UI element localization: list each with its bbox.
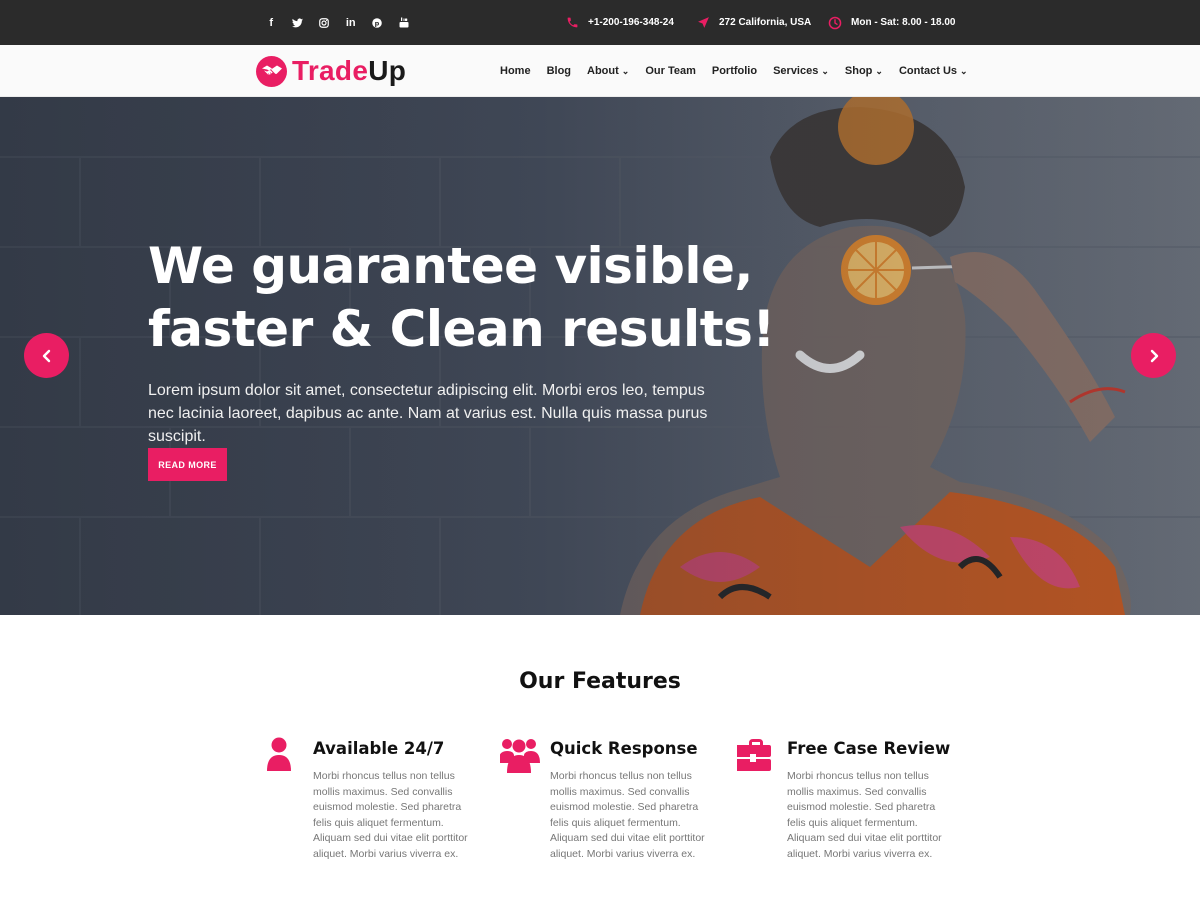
nav-item-home[interactable]: Home	[500, 65, 531, 77]
youtube-icon[interactable]	[391, 0, 418, 45]
feature-text: Morbi rhoncus tellus non tellus mollis m…	[313, 770, 468, 860]
nav-label: About	[587, 65, 619, 77]
primary-menu: Home Blog About ⌄ Our Team Portfolio Serv…	[500, 45, 984, 97]
chevron-down-icon: ⌄	[960, 65, 968, 76]
linkedin-icon[interactable]: in	[338, 0, 365, 45]
phone-icon	[567, 17, 578, 28]
feature-text: Morbi rhoncus tellus non tellus mollis m…	[787, 770, 942, 860]
chevron-down-icon: ⌄	[621, 65, 630, 76]
nav-item-portfolio[interactable]: Portfolio	[712, 65, 757, 77]
nav-label: Services	[773, 65, 819, 77]
site-logo[interactable]: TradeUp	[256, 53, 406, 89]
slider-next-button[interactable]	[1131, 333, 1176, 378]
slider-prev-button[interactable]	[24, 333, 69, 378]
hero-slider: We guarantee visible, faster & Clean res…	[0, 97, 1200, 615]
chevron-right-icon	[1150, 349, 1158, 362]
logo-word-trade: Trade	[292, 55, 369, 86]
group-icon	[500, 739, 540, 773]
pinterest-icon[interactable]: p	[364, 0, 391, 45]
nav-item-contact-us[interactable]: Contact Us ⌄	[899, 65, 968, 77]
read-more-button[interactable]: READ MORE	[148, 448, 227, 481]
clock-icon	[828, 16, 842, 29]
location-arrow-icon	[698, 17, 709, 28]
nav-label: Shop	[844, 65, 873, 77]
facebook-icon[interactable]: f	[258, 0, 285, 45]
briefcase-icon	[737, 739, 771, 771]
feature-title: Free Case Review	[787, 739, 951, 758]
nav-item-our-team[interactable]: Our Team	[645, 65, 696, 77]
logo-wordmark: TradeUp	[292, 55, 406, 87]
feature-title: Available 24/7	[313, 739, 445, 758]
nav-label: Our Team	[645, 65, 696, 77]
logo-word-up: Up	[368, 55, 407, 86]
feature-text: Morbi rhoncus tellus non tellus mollis m…	[550, 770, 705, 860]
nav-label: Home	[500, 65, 531, 77]
phone-number: +1-200-196-348-24	[588, 17, 674, 28]
nav-label: Portfolio	[711, 65, 758, 77]
features-heading: Our Features	[519, 669, 681, 694]
chevron-down-icon: ⌄	[875, 65, 883, 76]
nav-item-blog[interactable]: Blog	[547, 65, 571, 77]
twitter-icon[interactable]	[285, 0, 312, 45]
hours-text: Mon - Sat: 8.00 - 18.00	[851, 17, 956, 28]
instagram-icon[interactable]	[311, 0, 338, 45]
main-navbar: TradeUp Home Blog About ⌄ Our Team Portfo…	[0, 45, 1200, 97]
nav-item-services[interactable]: Services ⌄	[773, 65, 829, 77]
user-icon	[267, 737, 291, 771]
feature-title: Quick Response	[550, 739, 698, 758]
address-text: 272 California, USA	[719, 17, 812, 28]
chevron-left-icon	[42, 349, 50, 362]
nav-item-shop[interactable]: Shop ⌄	[845, 65, 883, 77]
hero-title-line-1: We guarantee visible,	[148, 237, 753, 295]
hero-description: Lorem ipsum dolor sit amet, consectetur …	[148, 382, 708, 445]
handshake-icon	[256, 55, 287, 87]
hours-contact: Mon - Sat: 8.00 - 18.00	[828, 0, 955, 45]
social-links: f in p	[258, 0, 417, 45]
phone-contact: +1-200-196-348-24	[566, 0, 674, 45]
nav-label: Blog	[546, 65, 572, 77]
address-contact: 272 California, USA	[697, 0, 811, 45]
nav-label: Contact Us	[898, 65, 957, 77]
nav-item-about[interactable]: About ⌄	[587, 65, 629, 77]
svg-text:p: p	[375, 19, 380, 27]
top-bar: f in p +1-200-196-348-24 272 California,…	[0, 0, 1200, 45]
chevron-down-icon: ⌄	[821, 65, 829, 76]
hero-title: We guarantee visible, faster & Clean res…	[148, 235, 788, 361]
hero-title-line-2: faster & Clean results!	[148, 300, 775, 358]
